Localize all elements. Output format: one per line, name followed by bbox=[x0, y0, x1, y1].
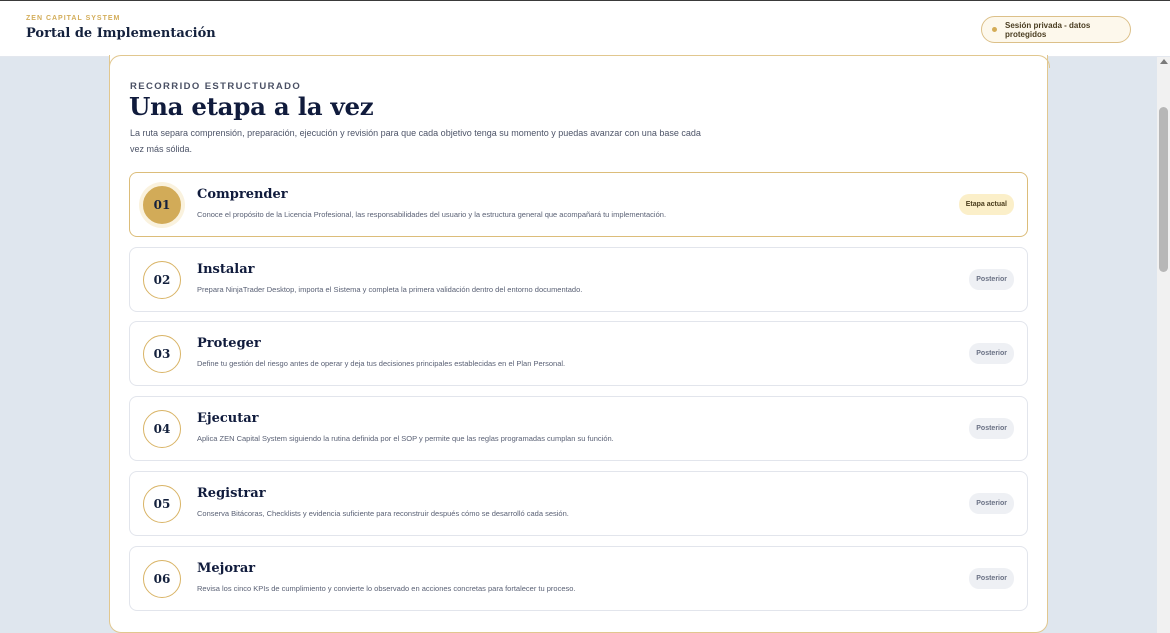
step-description: Aplica ZEN Capital System siguiendo la r… bbox=[197, 434, 614, 443]
brand-kicker: ZEN CAPITAL SYSTEM bbox=[26, 15, 121, 22]
step-comprender[interactable]: 01 Comprender Conoce el propósito de la … bbox=[129, 172, 1028, 237]
page-scrollbar[interactable] bbox=[1157, 57, 1170, 633]
step-number: 03 bbox=[143, 335, 181, 373]
section-kicker: RECORRIDO ESTRUCTURADO bbox=[130, 81, 302, 92]
step-title: Comprender bbox=[197, 187, 288, 202]
step-proteger[interactable]: 03 Proteger Define tu gestión del riesgo… bbox=[129, 321, 1028, 386]
step-description: Prepara NinjaTrader Desktop, importa el … bbox=[197, 285, 583, 294]
scrollbar-thumb[interactable] bbox=[1159, 107, 1168, 272]
step-status-badge: Posterior bbox=[969, 269, 1014, 290]
step-status-badge: Posterior bbox=[969, 568, 1014, 589]
section-title: Una etapa a la vez bbox=[129, 92, 374, 121]
step-title: Registrar bbox=[197, 486, 266, 501]
step-number: 04 bbox=[143, 410, 181, 448]
step-description: Conserva Bitácoras, Checklists y evidenc… bbox=[197, 509, 569, 518]
step-description: Conoce el propósito de la Licencia Profe… bbox=[197, 210, 667, 219]
step-number: 01 bbox=[143, 186, 181, 224]
stages-card: RECORRIDO ESTRUCTURADO Una etapa a la ve… bbox=[109, 55, 1050, 633]
step-status-badge: Etapa actual bbox=[958, 194, 1014, 215]
step-description: Define tu gestión del riesgo antes de op… bbox=[197, 359, 566, 368]
step-title: Instalar bbox=[197, 262, 255, 277]
step-registrar[interactable]: 05 Registrar Conserva Bitácoras, Checkli… bbox=[129, 471, 1028, 536]
step-status-badge: Posterior bbox=[969, 493, 1014, 514]
step-instalar[interactable]: 02 Instalar Prepara NinjaTrader Desktop,… bbox=[129, 247, 1028, 312]
scroll-up-arrow-icon[interactable] bbox=[1159, 59, 1168, 64]
step-title: Ejecutar bbox=[197, 411, 259, 426]
portal-title[interactable]: Portal de Implementación bbox=[26, 26, 216, 41]
step-ejecutar[interactable]: 04 Ejecutar Aplica ZEN Capital System si… bbox=[129, 396, 1028, 461]
step-title: Proteger bbox=[197, 336, 261, 351]
step-number: 02 bbox=[143, 261, 181, 299]
step-number: 05 bbox=[143, 485, 181, 523]
top-bar: ZEN CAPITAL SYSTEM Portal de Implementac… bbox=[0, 0, 1170, 57]
step-status-badge: Posterior bbox=[969, 418, 1014, 439]
step-status-badge: Posterior bbox=[969, 343, 1014, 364]
step-description: Revisa los cinco KPIs de cumplimiento y … bbox=[197, 584, 576, 593]
privacy-label: Sesión privada - datos protegidos bbox=[1005, 20, 1091, 39]
step-number: 06 bbox=[143, 560, 181, 598]
section-description: La ruta separa comprensión, preparación,… bbox=[130, 128, 701, 154]
step-mejorar[interactable]: 06 Mejorar Revisa los cinco KPIs de cump… bbox=[129, 546, 1028, 611]
step-title: Mejorar bbox=[197, 561, 256, 576]
privacy-status-badge: Sesión privada - datos protegidos bbox=[981, 16, 1131, 43]
status-dot-icon bbox=[992, 27, 997, 32]
